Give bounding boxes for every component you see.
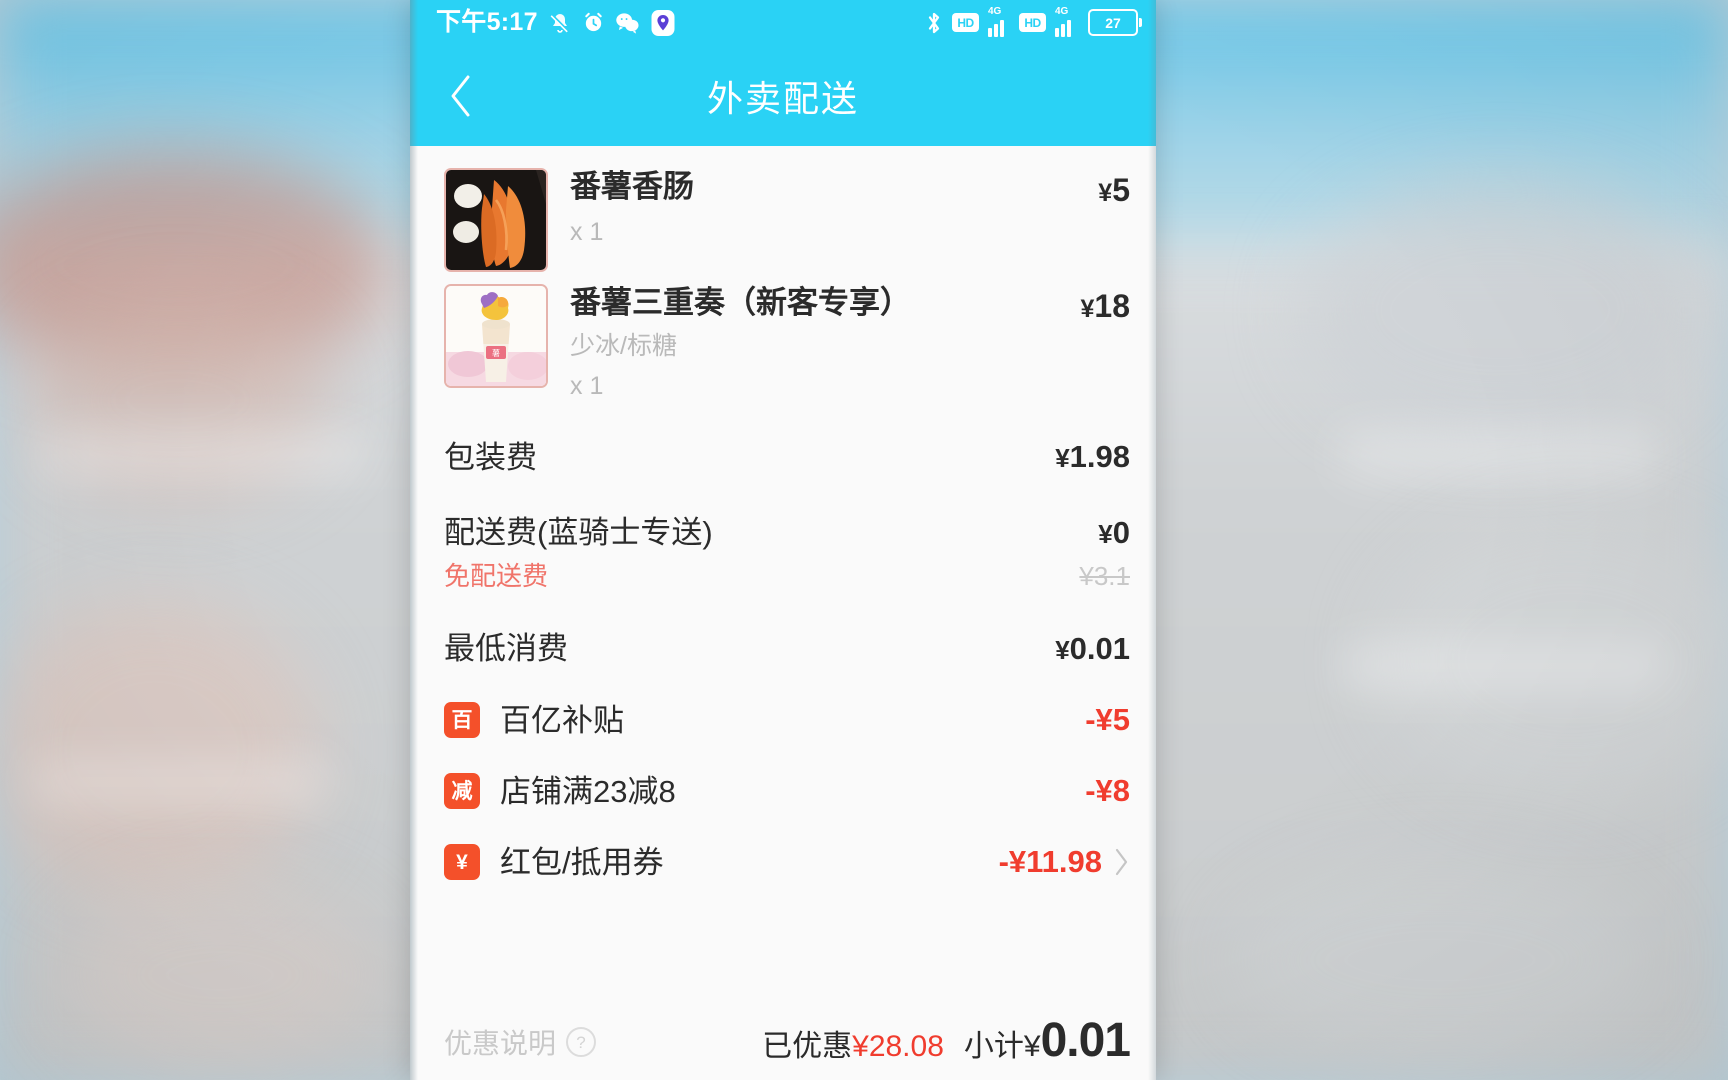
discount-value: -¥11.98 (998, 844, 1102, 880)
fee-amount: 1.98 (1069, 439, 1130, 475)
discount-row-subsidy[interactable]: 百 百亿补贴 -¥5 (444, 668, 1130, 739)
discount-explanation[interactable]: 优惠说明 ? (444, 1022, 597, 1068)
subtotal-label: 小计 (963, 1030, 1024, 1063)
status-bar: 下午5:17 HD 4G HD 4G 27 (410, 0, 1156, 45)
hd-icon: HD (1019, 13, 1046, 32)
fee-currency: ¥ (1098, 518, 1113, 549)
shop-discount-icon: 减 (444, 773, 480, 810)
fee-row-packaging: 包装费 ¥1.98 (444, 401, 1130, 476)
item-name: 番薯香肠 (570, 169, 694, 204)
status-bar-right: HD 4G HD 4G 27 (925, 5, 1142, 37)
discount-label: 百亿补贴 (500, 702, 624, 738)
svg-text:薯: 薯 (492, 348, 500, 358)
signal-icon: 4G (1055, 5, 1077, 37)
item-quantity: x 1 (570, 371, 604, 400)
item-price-currency: ¥ (1080, 295, 1095, 323)
fee-currency: ¥ (1055, 443, 1070, 474)
fee-label: 最低消费 (444, 631, 568, 667)
order-item[interactable]: 薯 番薯三重奏（新客专享） 少冰/标糖 x 1 ¥18 (444, 272, 1130, 401)
fee-amount: 0.01 (1069, 630, 1130, 666)
battery-icon: 27 (1088, 9, 1142, 36)
battery-nub (1139, 18, 1142, 27)
fee-label: 配送费(蓝骑士专送) (444, 514, 713, 550)
subtotal-currency: ¥ (1023, 1030, 1041, 1063)
fee-value: ¥0.01 (1055, 631, 1130, 667)
location-icon (650, 9, 676, 37)
subtotal: 小计¥0.01 (963, 1013, 1131, 1068)
fee-label: 包装费 (444, 439, 537, 475)
total-saved-currency: ¥ (852, 1030, 869, 1063)
discount-explanation-label: 优惠说明 (444, 1028, 557, 1059)
question-circle-icon[interactable]: ? (566, 1027, 597, 1057)
chevron-right-icon[interactable] (1112, 846, 1130, 878)
total-saved-amount: 28.08 (868, 1030, 944, 1063)
discount-label: 红包/抵用券 (500, 844, 664, 880)
order-summary: 优惠说明 ? 已优惠¥28.08 小计¥0.01 (444, 1013, 1131, 1068)
discount-value: -¥5 (1085, 702, 1130, 738)
network-type-label: 4G (1055, 5, 1069, 17)
discount-row-shop[interactable]: 减 店铺满23减8 -¥8 (444, 739, 1130, 810)
network-type-label: 4G (988, 5, 1002, 17)
item-info: 番薯三重奏（新客专享） 少冰/标糖 x 1 (548, 284, 1081, 401)
fee-value: ¥0 (1098, 515, 1130, 551)
hd-icon: HD (952, 13, 979, 32)
free-delivery-tag: 免配送费 (444, 561, 549, 592)
chevron-left-icon (446, 72, 476, 120)
signal-icon: 4G (988, 5, 1010, 37)
summary-amounts: 已优惠¥28.08 小计¥0.01 (762, 1013, 1131, 1068)
original-delivery-fee: ¥3.1 (1079, 561, 1130, 592)
item-thumbnail (444, 168, 548, 272)
fee-value: ¥1.98 (1055, 439, 1130, 475)
nav-bar: 外卖配送 (410, 45, 1156, 146)
baiyi-subsidy-icon: 百 (444, 702, 480, 739)
status-bar-left: 下午5:17 (436, 9, 676, 37)
item-price-currency: ¥ (1098, 179, 1113, 207)
item-thumbnail: 薯 (444, 284, 548, 388)
bluetooth-icon (925, 11, 943, 35)
fee-currency: ¥ (1055, 634, 1070, 665)
sweet-potato-sausage-photo (446, 170, 546, 270)
fee-amount: 0 (1112, 514, 1130, 550)
fee-row-minimum: 最低消费 ¥0.01 (444, 592, 1130, 667)
item-price-amount: 18 (1094, 288, 1130, 324)
back-button[interactable] (428, 45, 494, 146)
phone-screen: 下午5:17 HD 4G HD 4G 27 外卖配送 番薯香肠 x 1 ¥5 薯… (410, 0, 1156, 1080)
item-price: ¥18 (1081, 284, 1131, 325)
order-item[interactable]: 番薯香肠 x 1 ¥5 (444, 146, 1130, 272)
wechat-icon (615, 11, 640, 34)
order-detail-content: 番薯香肠 x 1 ¥5 薯 番薯三重奏（新客专享） 少冰/标糖 x 1 ¥18 … (410, 146, 1156, 1080)
fee-row-delivery: 配送费(蓝骑士专送) ¥0 (444, 476, 1130, 551)
fee-row-delivery-sub: 免配送费 ¥3.1 (444, 551, 1130, 592)
item-spec: 少冰/标糖 (570, 331, 677, 360)
sweet-potato-drink-photo: 薯 (446, 286, 546, 386)
page-title: 外卖配送 (706, 77, 859, 119)
item-price: ¥5 (1098, 168, 1130, 209)
item-quantity: x 1 (570, 217, 604, 246)
discount-row-coupon[interactable]: ¥ 红包/抵用券 -¥11.98 (444, 810, 1130, 881)
coupon-icon: ¥ (444, 844, 480, 881)
discount-label: 店铺满23减8 (500, 773, 676, 809)
screen: 下午5:17 HD 4G HD 4G 27 外卖配送 番薯香肠 x 1 ¥5 薯… (0, 0, 1728, 1080)
total-saved-label: 已优惠 (762, 1030, 853, 1063)
silent-icon (548, 11, 572, 35)
discount-value: -¥8 (1085, 773, 1130, 809)
alarm-icon (582, 11, 605, 34)
item-name: 番薯三重奏（新客专享） (570, 285, 911, 320)
total-saved: 已优惠¥28.08 (762, 1021, 944, 1065)
battery-level: 27 (1088, 9, 1138, 36)
item-info: 番薯香肠 x 1 (548, 168, 1098, 247)
subtotal-amount: 0.01 (1040, 1014, 1131, 1067)
item-price-amount: 5 (1112, 172, 1130, 208)
status-time: 下午5:17 (436, 8, 538, 36)
